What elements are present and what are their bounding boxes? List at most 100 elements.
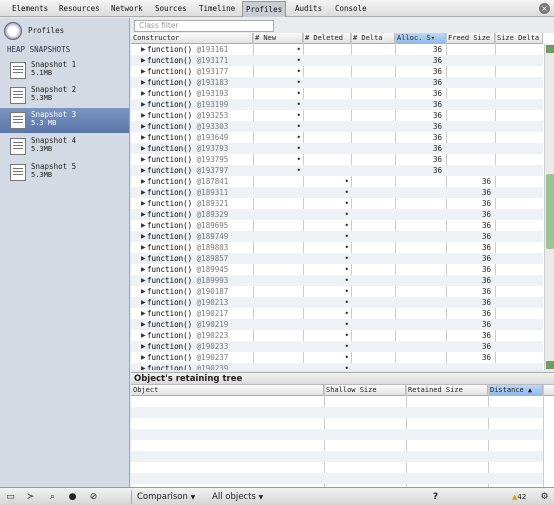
- table-row[interactable]: ▶ function() @193303 • 36: [131, 121, 543, 132]
- col-retained-size[interactable]: Retained Size: [406, 385, 488, 396]
- table-row[interactable]: ▶ function() @189749 • 36: [131, 231, 543, 242]
- table-row[interactable]: ▶ function() @190213 • 36: [131, 297, 543, 308]
- expand-triangle-icon[interactable]: ▶: [141, 264, 146, 275]
- table-row[interactable]: ▶ function() @190223 • 36: [131, 330, 543, 341]
- close-icon[interactable]: ×: [539, 3, 550, 14]
- clear-icon[interactable]: ⊘: [87, 491, 100, 503]
- col-constructor[interactable]: Constructor: [131, 33, 253, 44]
- search-icon[interactable]: ⌕: [46, 491, 59, 503]
- snapshot-item[interactable]: Snapshot 5 5.3MB: [0, 160, 129, 185]
- tab-elements[interactable]: Elements: [9, 2, 51, 15]
- snapshot-item-selected[interactable]: Snapshot 3 5.3 MB: [0, 108, 129, 133]
- grid-scrollbar[interactable]: [544, 44, 554, 370]
- table-row[interactable]: ▶ function() @187841 • 36: [131, 176, 543, 187]
- expand-triangle-icon[interactable]: ▶: [141, 275, 146, 286]
- expand-triangle-icon[interactable]: ▶: [141, 165, 146, 176]
- expand-triangle-icon[interactable]: ▶: [141, 209, 146, 220]
- expand-triangle-icon[interactable]: ▶: [141, 198, 146, 209]
- table-row[interactable]: ▶ function() @193161 • 36: [131, 44, 543, 55]
- col-object[interactable]: Object: [131, 385, 324, 396]
- col-size-delta[interactable]: Size Delta: [495, 33, 543, 44]
- expand-triangle-icon[interactable]: ▶: [141, 319, 146, 330]
- expand-triangle-icon[interactable]: ▶: [141, 187, 146, 198]
- table-row[interactable]: ▶ function() @193177 • 36: [131, 66, 543, 77]
- class-filter-input[interactable]: Class filter: [134, 20, 274, 32]
- table-row[interactable]: ▶ function() @193193 • 36: [131, 88, 543, 99]
- table-row[interactable]: ▶ function() @190219 • 36: [131, 319, 543, 330]
- expand-triangle-icon[interactable]: ▶: [141, 88, 146, 99]
- table-row[interactable]: ▶ function() @190239 •: [131, 363, 543, 370]
- tab-console[interactable]: Console: [332, 2, 370, 15]
- expand-triangle-icon[interactable]: ▶: [141, 363, 146, 370]
- col-delta[interactable]: # Delta: [351, 33, 395, 44]
- tab-network[interactable]: Network: [108, 2, 146, 15]
- console-toggle-icon[interactable]: ≻: [24, 491, 37, 503]
- expand-triangle-icon[interactable]: ▶: [141, 154, 146, 165]
- expand-triangle-icon[interactable]: ▶: [141, 132, 146, 143]
- expand-triangle-icon[interactable]: ▶: [141, 121, 146, 132]
- table-row[interactable]: ▶ function() @190187 • 36: [131, 286, 543, 297]
- expand-triangle-icon[interactable]: ▶: [141, 55, 146, 66]
- table-row[interactable]: ▶ function() @190233 • 36: [131, 341, 543, 352]
- expand-triangle-icon[interactable]: ▶: [141, 110, 146, 121]
- table-row[interactable]: ▶ function() @189311 • 36: [131, 187, 543, 198]
- table-row[interactable]: ▶ function() @193793 • 36: [131, 143, 543, 154]
- scroll-up-arrow-icon[interactable]: [546, 45, 554, 53]
- snapshot-item[interactable]: Snapshot 4 5.3MB: [0, 134, 129, 159]
- table-row[interactable]: ▶ function() @189857 • 36: [131, 253, 543, 264]
- tab-timeline[interactable]: Timeline: [196, 2, 238, 15]
- record-icon[interactable]: ●: [66, 491, 79, 503]
- table-row[interactable]: ▶ function() @193649 • 36: [131, 132, 543, 143]
- expand-triangle-icon[interactable]: ▶: [141, 66, 146, 77]
- table-row[interactable]: ▶ function() @193183 • 36: [131, 77, 543, 88]
- table-row[interactable]: ▶ function() @189803 • 36: [131, 242, 543, 253]
- expand-triangle-icon[interactable]: ▶: [141, 77, 146, 88]
- table-row[interactable]: ▶ function() @193253 • 36: [131, 110, 543, 121]
- col-deleted[interactable]: # Deleted: [303, 33, 351, 44]
- expand-triangle-icon[interactable]: ▶: [141, 297, 146, 308]
- expand-triangle-icon[interactable]: ▶: [141, 44, 146, 55]
- table-row[interactable]: ▶ function() @189993 • 36: [131, 275, 543, 286]
- warning-count[interactable]: ▲42: [512, 491, 526, 503]
- expand-triangle-icon[interactable]: ▶: [141, 253, 146, 264]
- table-row[interactable]: ▶ function() @190217 • 36: [131, 308, 543, 319]
- table-row[interactable]: ▶ function() @193171 • 36: [131, 55, 543, 66]
- table-row[interactable]: ▶ function() @189695 • 36: [131, 220, 543, 231]
- tab-sources[interactable]: Sources: [152, 2, 190, 15]
- view-mode-select[interactable]: Comparison ▼: [137, 491, 195, 504]
- table-row[interactable]: ▶ function() @193795 • 36: [131, 154, 543, 165]
- scroll-down-arrow-icon[interactable]: [546, 361, 554, 369]
- col-new[interactable]: # New: [253, 33, 303, 44]
- col-distance[interactable]: Distance ▲: [488, 385, 543, 396]
- expand-triangle-icon[interactable]: ▶: [141, 352, 146, 363]
- table-row[interactable]: ▶ function() @189945 • 36: [131, 264, 543, 275]
- table-row[interactable]: ▶ function() @189321 • 36: [131, 198, 543, 209]
- tab-resources[interactable]: Resources: [56, 2, 103, 15]
- tab-profiles[interactable]: Profiles: [242, 1, 287, 17]
- dock-toggle-icon[interactable]: ▭: [4, 491, 17, 503]
- table-row[interactable]: ▶ function() @193797 • 36: [131, 165, 543, 176]
- gear-icon[interactable]: ⚙: [538, 491, 551, 503]
- expand-triangle-icon[interactable]: ▶: [141, 330, 146, 341]
- snapshot-item[interactable]: Snapshot 2 5.3MB: [0, 83, 129, 108]
- col-alloc-size[interactable]: Alloc. S▾: [395, 33, 446, 44]
- table-row[interactable]: ▶ function() @189329 • 36: [131, 209, 543, 220]
- expand-triangle-icon[interactable]: ▶: [141, 242, 146, 253]
- expand-triangle-icon[interactable]: ▶: [141, 176, 146, 187]
- col-freed-size[interactable]: Freed Size: [446, 33, 495, 44]
- help-icon[interactable]: ?: [429, 491, 442, 503]
- expand-triangle-icon[interactable]: ▶: [141, 220, 146, 231]
- scrollbar-thumb[interactable]: [546, 174, 554, 249]
- expand-triangle-icon[interactable]: ▶: [141, 231, 146, 242]
- expand-triangle-icon[interactable]: ▶: [141, 286, 146, 297]
- expand-triangle-icon[interactable]: ▶: [141, 308, 146, 319]
- snapshot-item[interactable]: Snapshot 1 5.1MB: [0, 58, 129, 83]
- object-filter-select[interactable]: All objects ▼: [212, 491, 263, 504]
- table-row[interactable]: ▶ function() @190237 • 36: [131, 352, 543, 363]
- expand-triangle-icon[interactable]: ▶: [141, 99, 146, 110]
- expand-triangle-icon[interactable]: ▶: [141, 143, 146, 154]
- table-row[interactable]: ▶ function() @193199 • 36: [131, 99, 543, 110]
- expand-triangle-icon[interactable]: ▶: [141, 341, 146, 352]
- tab-audits[interactable]: Audits: [292, 2, 325, 15]
- col-shallow-size[interactable]: Shallow Size: [324, 385, 406, 396]
